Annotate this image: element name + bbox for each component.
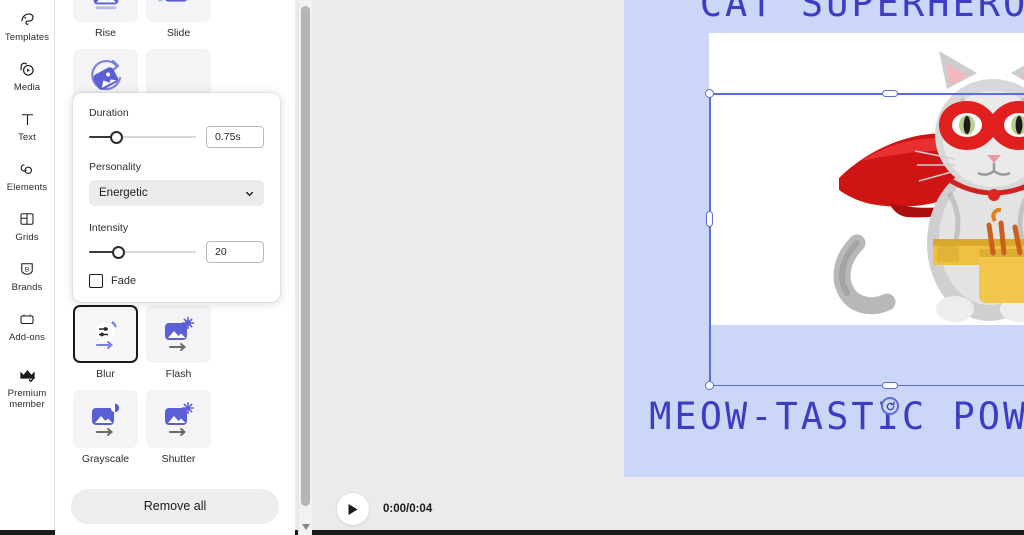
animation-settings-popup: Duration 0.75s Personality Energetic Int… <box>73 93 280 302</box>
selection-handle-bottom-center[interactable] <box>882 382 898 389</box>
scroll-down-arrow-icon[interactable] <box>299 520 312 533</box>
animation-panel: Rise Slide Duration 0.75s Personality En… <box>55 0 295 535</box>
intensity-row: 20 <box>89 241 264 263</box>
personality-select[interactable]: Energetic <box>89 180 264 206</box>
duration-label: Duration <box>89 107 129 119</box>
play-icon <box>348 503 358 515</box>
intensity-label: Intensity <box>89 222 129 234</box>
sidebar-item-label: Elements <box>6 182 48 193</box>
animation-tile-label: Slide <box>166 27 191 39</box>
animation-tile-shutter[interactable]: Shutter <box>146 390 211 465</box>
personality-value: Energetic <box>99 187 148 199</box>
animation-tile-rise[interactable]: Rise <box>73 0 138 39</box>
animation-tile-slide[interactable]: Slide <box>146 0 211 39</box>
personality-label: Personality <box>89 161 141 173</box>
selection-edge-left <box>709 93 711 386</box>
templates-icon <box>18 6 37 32</box>
chevron-down-icon <box>245 191 254 196</box>
rotate-handle[interactable] <box>881 397 899 415</box>
animation-tile-label: Grayscale <box>81 453 130 465</box>
fade-checkbox-row[interactable]: Fade <box>89 274 264 288</box>
intensity-slider-thumb[interactable] <box>111 245 125 259</box>
duration-row: 0.75s <box>89 126 264 148</box>
rise-animation-icon <box>73 0 138 22</box>
animation-tile-label: Rise <box>94 27 116 39</box>
panel-scrollbar-thumb[interactable] <box>301 6 310 506</box>
svg-text:B: B <box>25 266 30 273</box>
canvas-headline-top[interactable]: CAT SUPERHERO <box>624 0 1024 25</box>
sidebar-item-grids[interactable]: Grids <box>0 206 55 256</box>
animation-tile-blur[interactable]: Blur <box>73 305 138 380</box>
play-button[interactable] <box>337 493 369 525</box>
grids-icon <box>18 206 36 232</box>
sidebar-item-text[interactable]: Text <box>0 106 55 156</box>
selection-handle-top-left[interactable] <box>705 89 714 98</box>
selection-handle-top-center[interactable] <box>882 90 898 97</box>
panel-scrollbar[interactable] <box>298 0 312 535</box>
selection-edge-top <box>709 93 1024 95</box>
design-editor-app: Templates Media Text Elements Grids B Br… <box>0 0 1024 535</box>
sidebar-item-label: Grids <box>15 232 39 243</box>
duration-value-input[interactable]: 0.75s <box>206 126 264 148</box>
canvas-headline-bottom[interactable]: MEOW-TASTIC POWER <box>624 395 1024 438</box>
animation-tile-grid-bottom: Blur Flash Grayscale Shutter <box>55 305 295 475</box>
slide-animation-icon <box>146 0 211 22</box>
remove-all-bar: Remove all <box>55 477 295 535</box>
animation-tile-grayscale[interactable]: Grayscale <box>73 390 138 465</box>
sidebar-item-brands[interactable]: B Brands <box>0 256 55 306</box>
grayscale-animation-icon <box>73 390 138 448</box>
intensity-slider[interactable] <box>89 245 196 259</box>
crown-icon <box>18 362 37 388</box>
playback-time: 0:00/0:04 <box>383 503 433 515</box>
sidebar-item-addons[interactable]: Add-ons <box>0 306 55 356</box>
sidebar-item-label: Add-ons <box>8 332 46 343</box>
duration-slider[interactable] <box>89 130 196 144</box>
flash-animation-icon <box>146 305 211 363</box>
brands-icon: B <box>18 256 36 282</box>
duration-slider-thumb[interactable] <box>109 130 123 144</box>
animation-tile-label: Flash <box>165 368 192 380</box>
text-icon <box>18 106 37 132</box>
sidebar-item-label: Text <box>18 132 36 143</box>
addons-icon <box>18 306 36 332</box>
sidebar-item-label: Brands <box>11 282 43 293</box>
animation-tile-label: Shutter <box>161 453 196 465</box>
elements-icon <box>18 156 37 182</box>
blur-animation-icon <box>73 305 138 363</box>
selection-handle-bottom-left[interactable] <box>705 381 714 390</box>
editor-workspace: CAT SUPERHERO MEOW-TASTIC POW 0:00/0:04 <box>311 0 1024 535</box>
animation-tile-label: Blur <box>96 368 115 380</box>
sidebar-item-media[interactable]: Media <box>0 56 55 106</box>
sidebar-item-premium-member[interactable]: Premium member <box>0 362 55 420</box>
animation-tile-flash[interactable]: Flash <box>146 305 211 380</box>
sidebar-item-label: Templates <box>4 32 50 43</box>
sidebar-item-templates[interactable]: Templates <box>0 6 55 56</box>
fade-checkbox[interactable] <box>89 274 103 288</box>
preview-player: 0:00/0:04 <box>337 493 432 525</box>
sidebar-item-label: Premium member <box>7 388 47 410</box>
selection-edge-bottom <box>709 384 1024 386</box>
sidebar-item-elements[interactable]: Elements <box>0 156 55 206</box>
selection-box <box>705 89 1024 390</box>
remove-all-button[interactable]: Remove all <box>71 488 279 524</box>
intensity-value-input[interactable]: 20 <box>206 241 264 263</box>
shutter-animation-icon <box>146 390 211 448</box>
left-sidebar: Templates Media Text Elements Grids B Br… <box>0 0 55 535</box>
sidebar-item-label: Media <box>13 82 41 93</box>
selection-handle-middle-left[interactable] <box>706 211 713 227</box>
fade-label: Fade <box>111 275 137 287</box>
media-icon <box>18 56 37 82</box>
